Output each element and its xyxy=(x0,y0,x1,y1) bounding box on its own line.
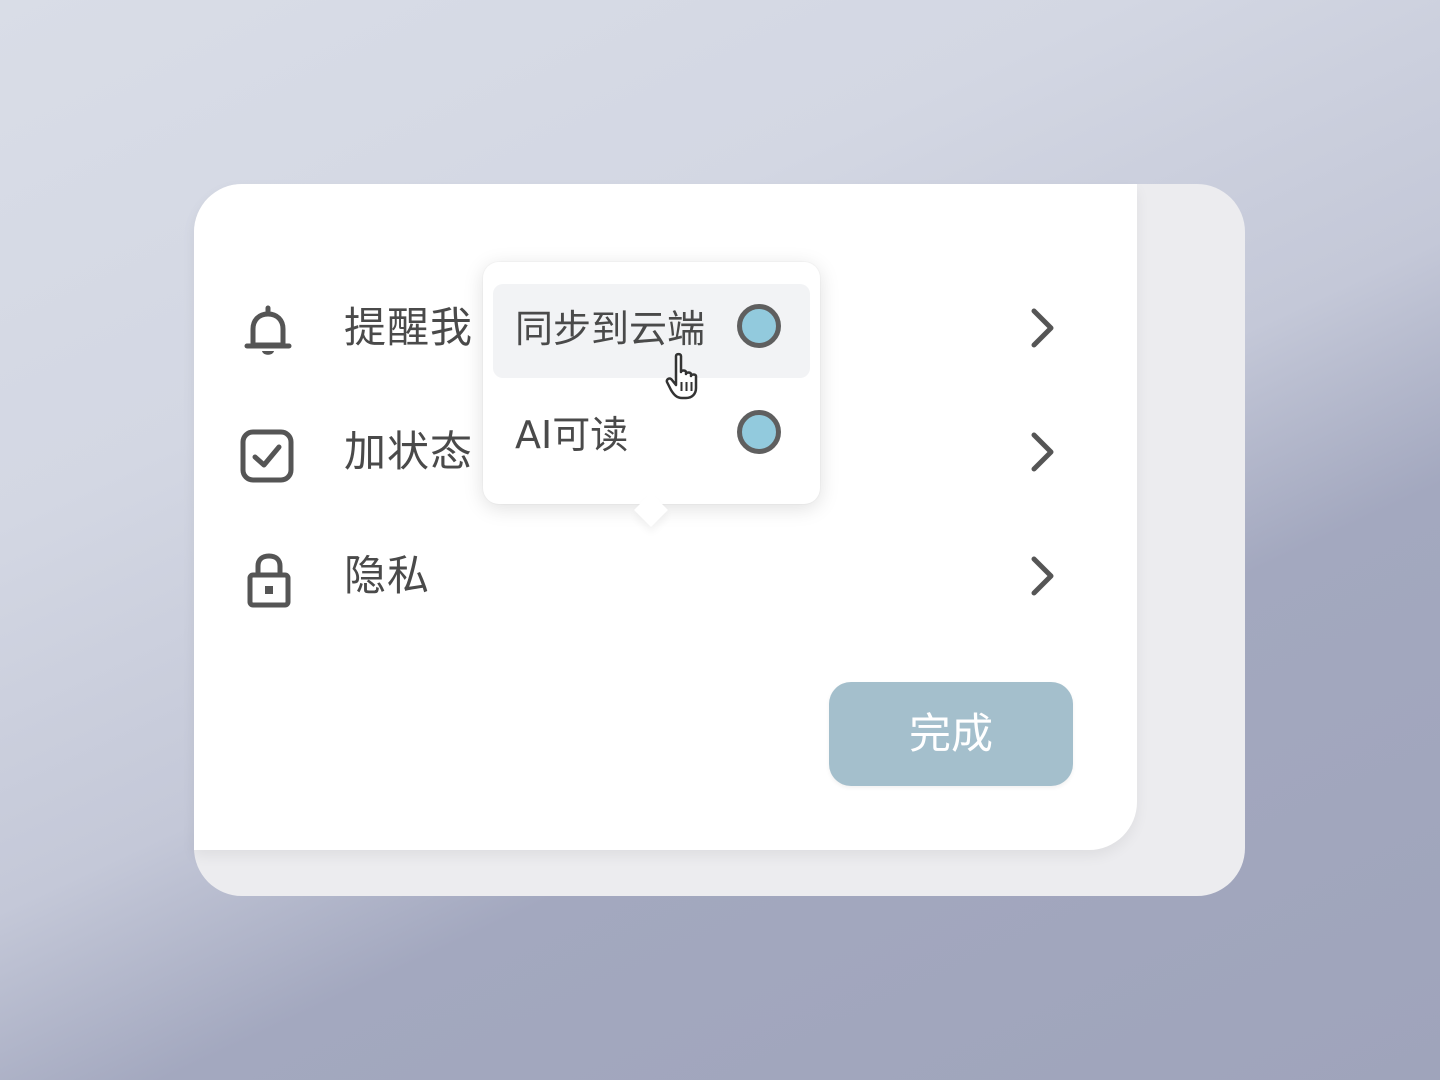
checkbox-icon xyxy=(236,423,300,487)
lock-icon xyxy=(236,547,300,611)
done-button[interactable]: 完成 xyxy=(829,682,1073,786)
chevron-right-icon xyxy=(1024,551,1064,601)
bell-icon xyxy=(236,299,300,363)
option-sync-to-cloud[interactable]: 同步到云端 xyxy=(493,284,810,378)
option-ai-readable[interactable]: AI可读 xyxy=(493,390,810,484)
options-popover: 同步到云端 AI可读 xyxy=(483,262,820,527)
sync-radio-button[interactable] xyxy=(737,304,781,348)
ai-readable-radio-button[interactable] xyxy=(737,410,781,454)
menu-item-label: 加状态 xyxy=(344,427,474,476)
option-label: 同步到云端 xyxy=(515,307,706,351)
option-label: AI可读 xyxy=(515,413,629,457)
menu-item-privacy[interactable]: 隐私 xyxy=(236,531,1076,621)
chevron-right-icon xyxy=(1024,303,1064,353)
menu-item-label: 提醒我 xyxy=(344,303,474,352)
chevron-right-icon xyxy=(1024,427,1064,477)
menu-item-label: 隐私 xyxy=(344,551,431,600)
